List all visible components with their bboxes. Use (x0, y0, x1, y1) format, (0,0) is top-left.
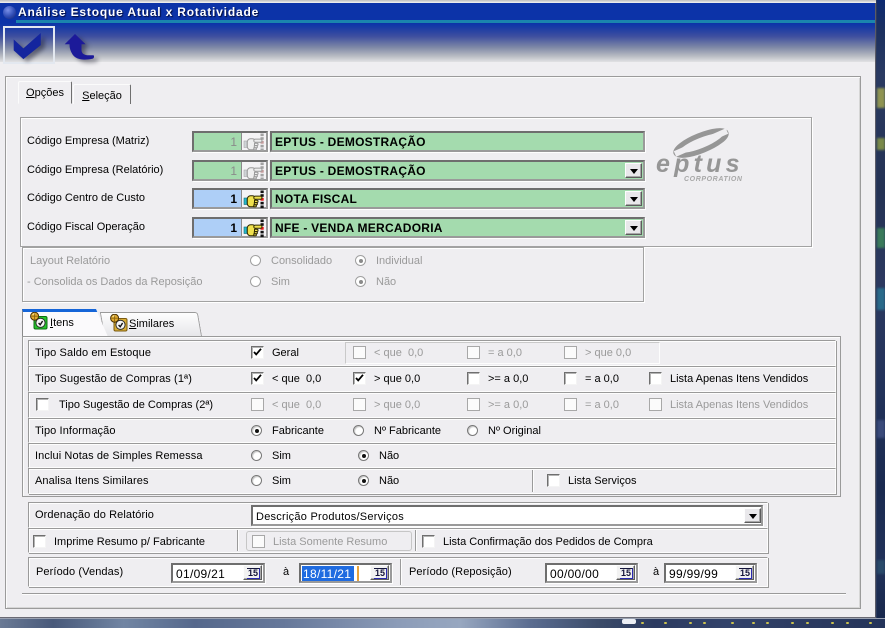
svg-text:eptus: eptus (656, 150, 744, 178)
svg-text:CORPORATION: CORPORATION (684, 176, 743, 183)
